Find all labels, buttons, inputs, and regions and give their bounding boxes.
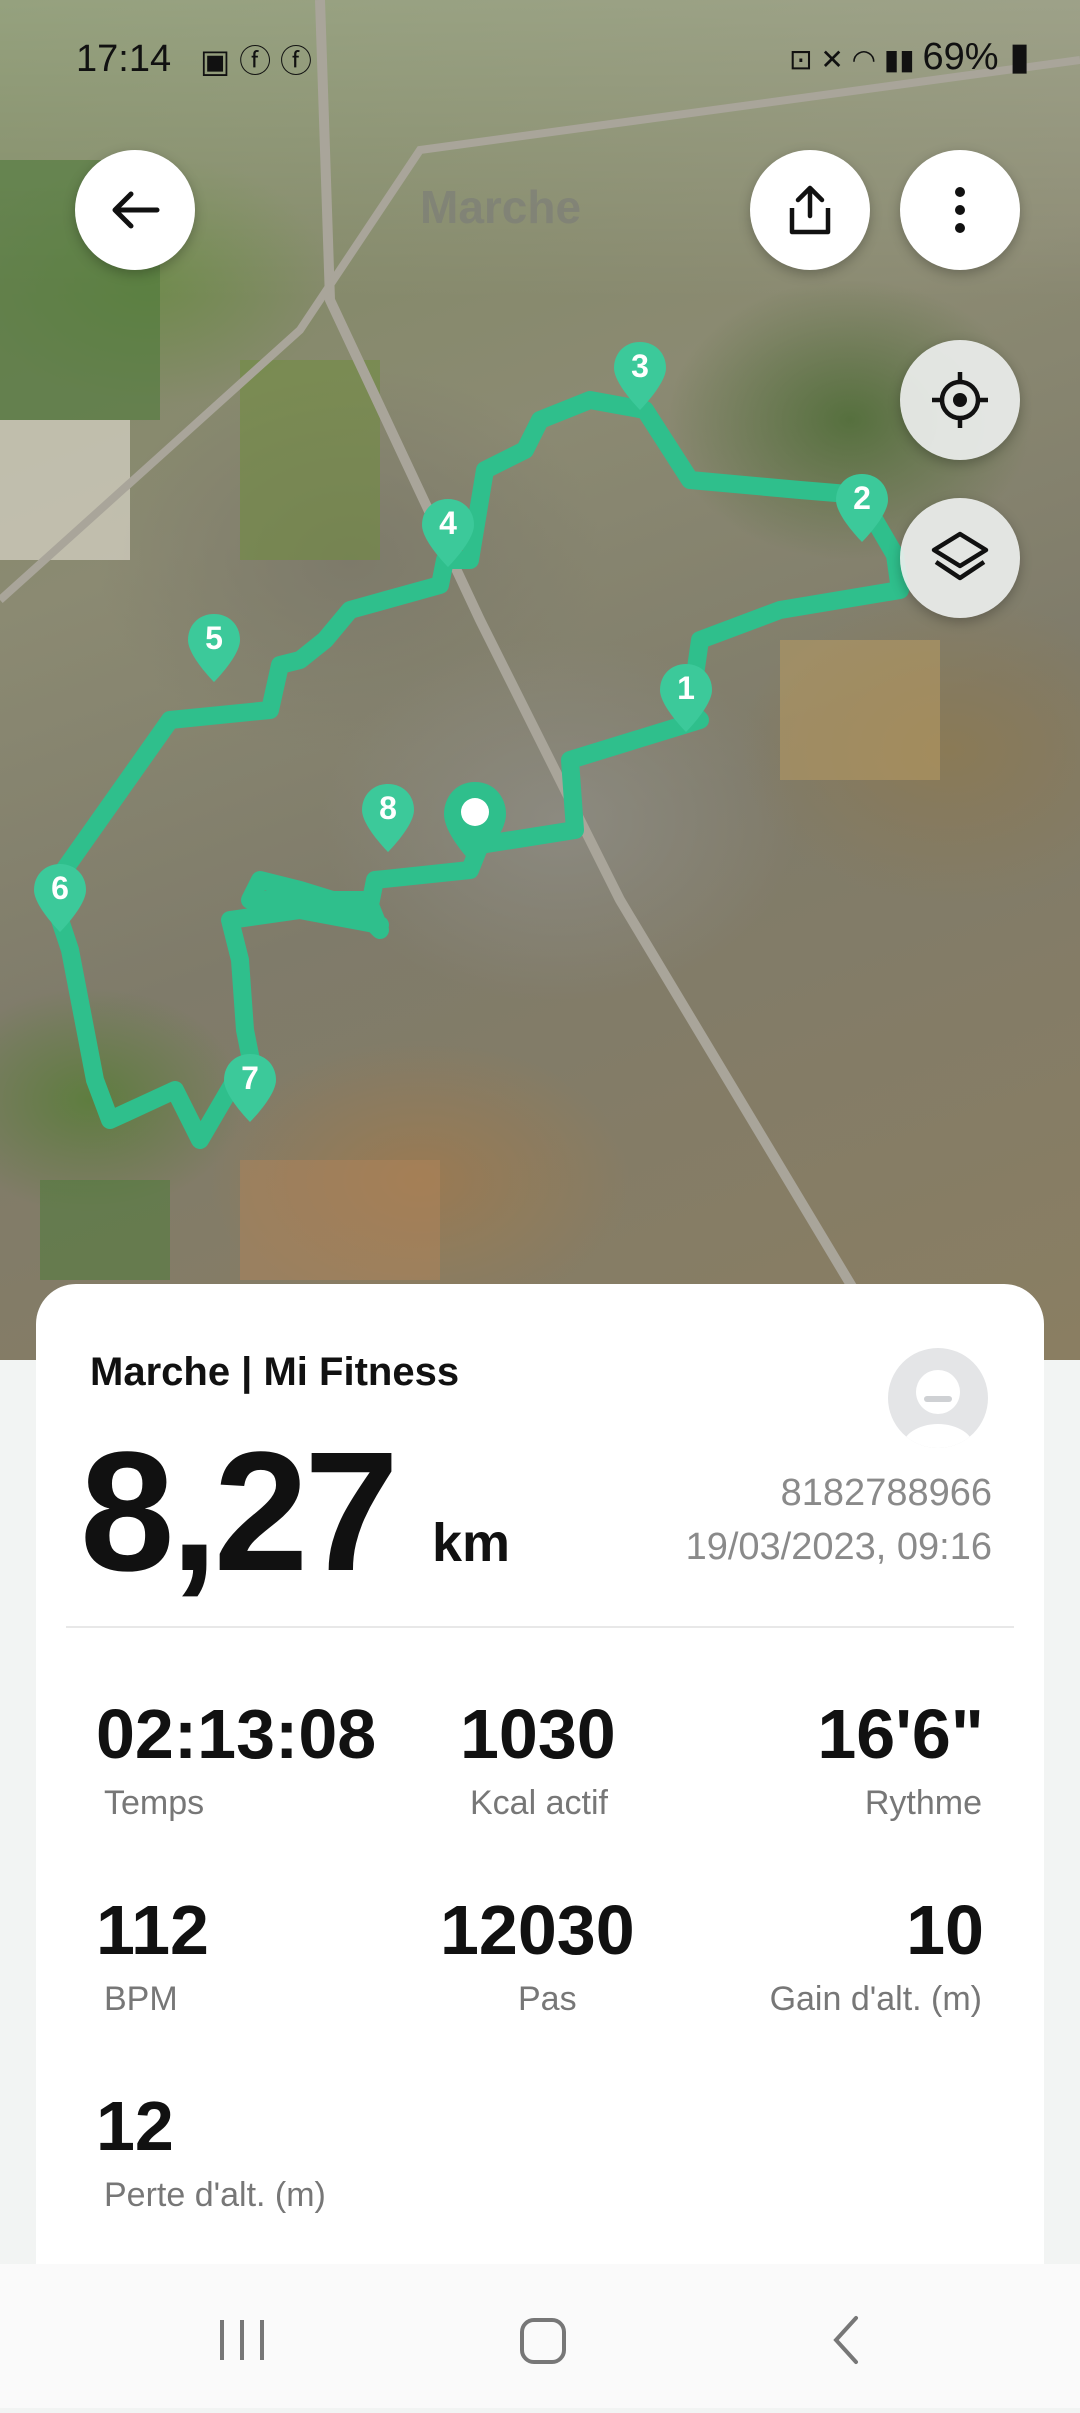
distance-unit: km — [432, 1513, 511, 1573]
system-nav-bar — [0, 2264, 1080, 2408]
activity-datetime: 19/03/2023, 09:16 — [685, 1526, 992, 1568]
battery-percent: 69% — [922, 36, 999, 78]
notification-icons: ▣ ⓕ ⓕ — [200, 43, 313, 79]
map-location-label: Marche — [420, 181, 582, 233]
stat-bpm-label: BPM — [104, 1980, 178, 2018]
km-marker-label: 6 — [51, 870, 69, 906]
stat-steps-label: Pas — [518, 1980, 577, 2018]
km-marker-8[interactable]: 8 — [360, 782, 416, 854]
km-marker-3[interactable]: 3 — [612, 340, 668, 412]
stat-time-label: Temps — [104, 1784, 205, 1822]
km-marker-4[interactable]: 4 — [420, 497, 476, 569]
stat-bpm-value: 112 — [96, 1891, 209, 1969]
stat-elev-gain-label: Gain d'alt. (m) — [769, 1980, 982, 2018]
km-marker-5[interactable]: 5 — [186, 612, 242, 684]
avatar[interactable] — [888, 1348, 988, 1448]
map-layers-button[interactable] — [900, 498, 1020, 618]
km-marker-label: 2 — [853, 480, 871, 516]
stat-kcal-value: 1030 — [460, 1695, 616, 1773]
stat-time-value: 02:13:08 — [96, 1695, 377, 1773]
workout-summary-card: Marche | Mi Fitness 8,27 km 8182788966 1… — [36, 1284, 1044, 2284]
status-right: ⊡ ✕ ◠ ▮▮ 69% ▮ — [789, 34, 1030, 79]
stat-elev-gain-value: 10 — [906, 1891, 984, 1969]
stat-pace-label: Rythme — [864, 1784, 982, 1822]
activity-id: 8182788966 — [780, 1472, 992, 1514]
avatar-icon — [902, 1370, 974, 1448]
locate-button[interactable] — [900, 340, 1020, 460]
km-marker-label: 5 — [205, 620, 223, 656]
share-button[interactable] — [750, 150, 870, 270]
stat-pace-value: 16'6" — [817, 1695, 984, 1773]
activity-title: Marche | Mi Fitness — [90, 1350, 460, 1394]
field-patch — [240, 360, 380, 560]
field-patch — [40, 1180, 170, 1280]
km-marker-label: 7 — [241, 1060, 259, 1096]
more-options-button[interactable] — [900, 150, 1020, 270]
divider — [66, 1626, 1014, 1628]
back-nav-icon[interactable] — [833, 2316, 858, 2364]
back-button[interactable] — [75, 150, 195, 270]
km-marker-label: 4 — [439, 505, 457, 541]
km-marker-2[interactable]: 2 — [834, 472, 890, 544]
km-marker-7[interactable]: 7 — [222, 1052, 278, 1124]
layers-icon — [931, 531, 989, 581]
nav-icons — [220, 2316, 858, 2364]
more-icon — [955, 187, 965, 233]
km-marker-label: 1 — [677, 670, 695, 706]
km-marker-1[interactable]: 1 — [658, 662, 714, 734]
start-end-marker — [440, 780, 510, 870]
km-marker-6[interactable]: 6 — [32, 862, 88, 934]
km-marker-label: 8 — [379, 790, 397, 826]
status-time: 17:14 — [76, 38, 172, 80]
stat-elev-loss-value: 12 — [96, 2087, 174, 2165]
km-marker-label: 3 — [631, 348, 649, 384]
share-icon — [789, 185, 831, 235]
status-bar: 17:14 ▣ ⓕ ⓕ ⊡ ✕ ◠ ▮▮ 69% ▮ — [0, 0, 1080, 120]
field-patch — [240, 1160, 440, 1280]
field-patch — [780, 640, 940, 780]
stat-steps-value: 12030 — [440, 1891, 635, 1969]
back-arrow-icon — [112, 191, 160, 229]
recents-icon[interactable] — [220, 2320, 264, 2360]
activity-meta: 8182788966 19/03/2023, 09:16 — [686, 1466, 992, 1574]
signal-icons: ⊡ ✕ ◠ ▮▮ — [789, 44, 923, 75]
home-icon[interactable] — [520, 2318, 566, 2364]
distance-value: 8,27 — [80, 1417, 399, 1607]
locate-icon — [932, 372, 988, 428]
stat-elev-loss-label: Perte d'alt. (m) — [104, 2176, 326, 2214]
battery-icon: ▮ — [998, 36, 1030, 78]
stat-kcal-label: Kcal actif — [470, 1784, 608, 1822]
